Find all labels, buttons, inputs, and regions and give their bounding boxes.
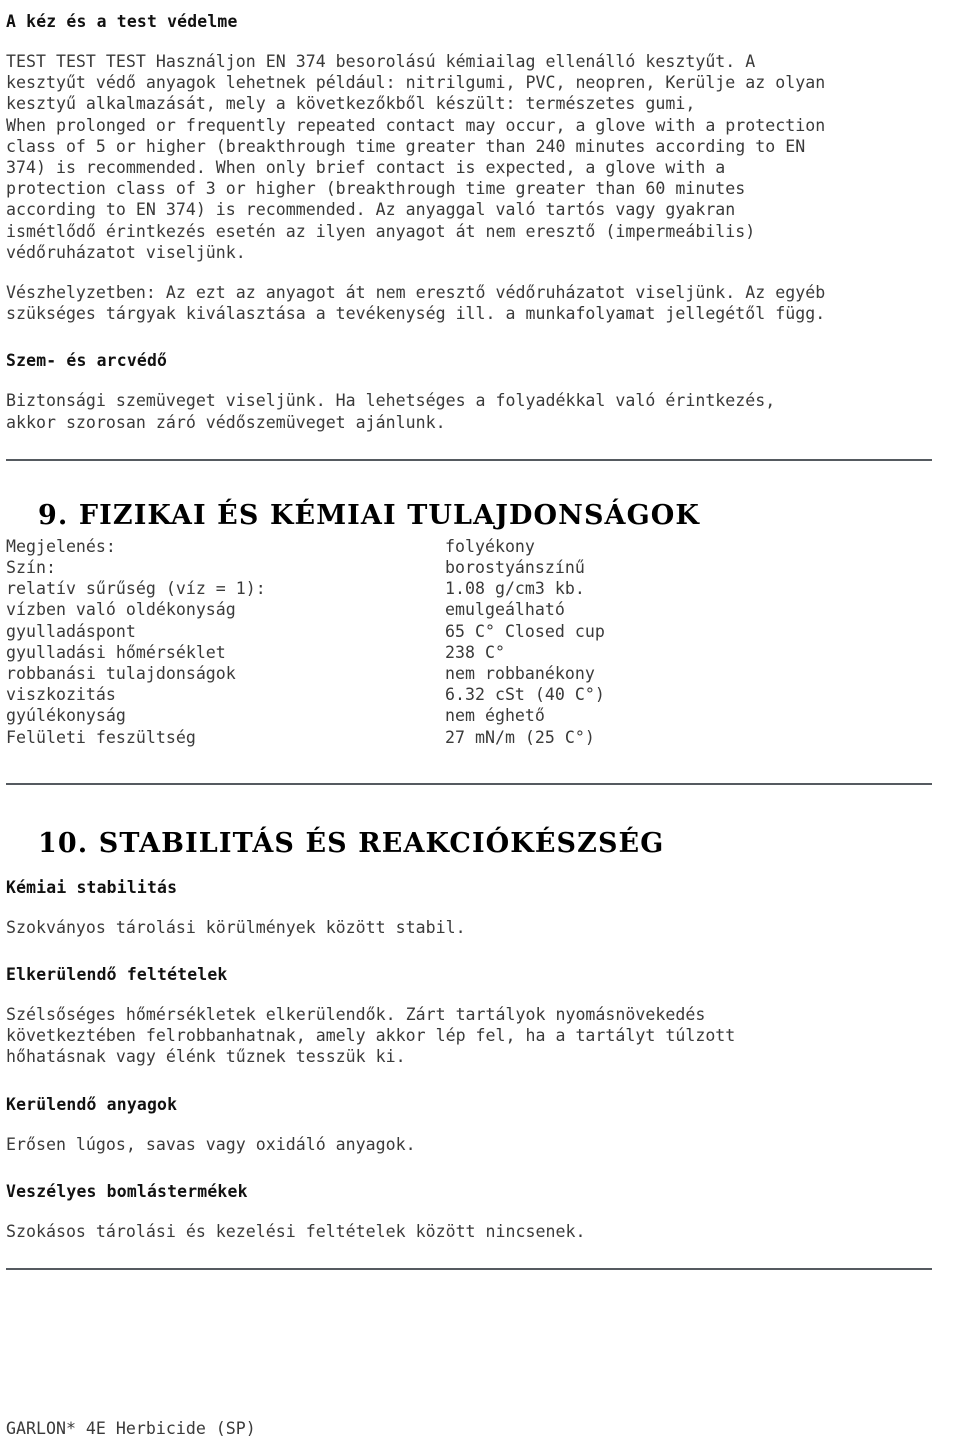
property-label: gyúlékonyság	[6, 706, 126, 726]
property-value: 238 C°	[445, 642, 505, 662]
materials-to-avoid-text: Erősen lúgos, savas vagy oxidáló anyagok…	[6, 1134, 416, 1154]
spacer-before-rule-3	[6, 1242, 954, 1268]
eye-face-protection-paragraph: Biztonsági szemüveget viseljünk. Ha lehe…	[6, 391, 776, 432]
chemical-stability-text: Szokványos tárolási körülmények között s…	[6, 917, 466, 937]
property-label: Szín:	[6, 558, 56, 578]
spacer-before-rule-1	[6, 433, 954, 459]
spacer-before-materials-heading	[6, 1068, 954, 1094]
section-divider-rule-3	[6, 1268, 932, 1271]
section-10-title: 10. STABILITÁS ÉS REAKCIÓKÉSZSÉG	[38, 827, 665, 859]
property-label: robbanási tulajdonságok	[6, 664, 236, 684]
spacer-after-conditions-heading	[6, 985, 954, 1004]
eye-face-protection-heading: Szem- és arcvédő	[6, 351, 168, 371]
spacer-after-hand-heading	[6, 32, 954, 51]
spacer-after-rule-1	[6, 461, 954, 501]
property-value: nem éghető	[445, 706, 545, 726]
property-value: emulgeálható	[445, 600, 565, 620]
property-label: Felületi feszültség	[6, 727, 196, 747]
hand-body-protection-paragraph-2: Vészhelyzetben: Az ezt az anyagot át nem…	[6, 283, 826, 324]
chemical-stability-heading: Kémiai stabilitás	[6, 877, 178, 897]
table-row: Szín: borostyánszínű	[6, 557, 954, 578]
hazardous-decomposition-text: Szokásos tárolási és kezelési feltételek…	[6, 1221, 586, 1241]
spacer-after-materials-heading	[6, 1115, 954, 1134]
spacer-after-decomposition-heading	[6, 1202, 954, 1221]
properties-table-body: Megjelenés: folyékony Szín: borostyánszí…	[6, 536, 954, 748]
table-row: vízben való oldékonyság emulgeálható	[6, 599, 954, 620]
property-value: 6.32 cSt (40 C°)	[445, 685, 605, 705]
table-row: viszkozitás 6.32 cSt (40 C°)	[6, 684, 954, 705]
property-value: 65 C° Closed cup	[445, 621, 605, 641]
spacer-before-decomposition-heading	[6, 1155, 954, 1181]
top-spacer	[6, 0, 954, 11]
property-value: nem robbanékony	[445, 664, 595, 684]
property-value: 27 mN/m (25 C°)	[445, 727, 595, 747]
section-9-title: 9. FIZIKAI ÉS KÉMIAI TULAJDONSÁGOK	[38, 499, 700, 531]
spacer-after-eye-heading	[6, 371, 954, 390]
table-row: Megjelenés: folyékony	[6, 536, 954, 557]
page-content: A kéz és a test védelme TEST TEST TEST H…	[6, 0, 954, 1271]
property-value: 1.08 g/cm3 kb.	[445, 579, 585, 599]
property-value: borostyánszínű	[445, 558, 585, 578]
property-label: gyulladáspont	[6, 621, 136, 641]
table-row: gyulladáspont 65 C° Closed cup	[6, 621, 954, 642]
page-footer-product-name: GARLON* 4E Herbicide (SP)	[6, 1419, 256, 1438]
conditions-to-avoid-heading: Elkerülendő feltételek	[6, 965, 228, 985]
materials-to-avoid-heading: Kerülendő anyagok	[6, 1094, 178, 1114]
spacer-after-rule-2	[6, 785, 954, 829]
physical-chemical-properties-table: Megjelenés: folyékony Szín: borostyánszí…	[6, 536, 954, 748]
sds-document-page: A kéz és a test védelme TEST TEST TEST H…	[0, 0, 960, 1446]
property-label: relatív sűrűség (víz = 1):	[6, 579, 266, 599]
property-value: folyékony	[445, 536, 535, 556]
table-row: relatív sűrűség (víz = 1): 1.08 g/cm3 kb…	[6, 578, 954, 599]
table-row: Felületi feszültség 27 mN/m (25 C°)	[6, 727, 954, 748]
property-label: viszkozitás	[6, 685, 116, 705]
property-label: Megjelenés:	[6, 536, 116, 556]
table-row: robbanási tulajdonságok nem robbanékony	[6, 663, 954, 684]
spacer-before-eye-heading	[6, 324, 954, 350]
hand-body-protection-paragraph-1: TEST TEST TEST Használjon EN 374 besorol…	[6, 52, 826, 262]
spacer-before-conditions-heading	[6, 938, 954, 964]
spacer-after-chemical-stability-heading	[6, 898, 954, 917]
spacer-after-section-10-title	[6, 859, 954, 877]
hazardous-decomposition-heading: Veszélyes bomlástermékek	[6, 1181, 248, 1201]
property-label: vízben való oldékonyság	[6, 600, 236, 620]
conditions-to-avoid-text: Szélsőséges hőmérsékletek elkerülendők. …	[6, 1005, 736, 1067]
spacer-before-rule-2	[6, 748, 954, 783]
table-row: gyúlékonyság nem éghető	[6, 705, 954, 726]
spacer-between-hand-paragraphs	[6, 263, 954, 282]
property-label: gyulladási hőmérséklet	[6, 642, 226, 662]
table-row: gyulladási hőmérséklet 238 C°	[6, 642, 954, 663]
hand-body-protection-heading: A kéz és a test védelme	[6, 12, 238, 31]
